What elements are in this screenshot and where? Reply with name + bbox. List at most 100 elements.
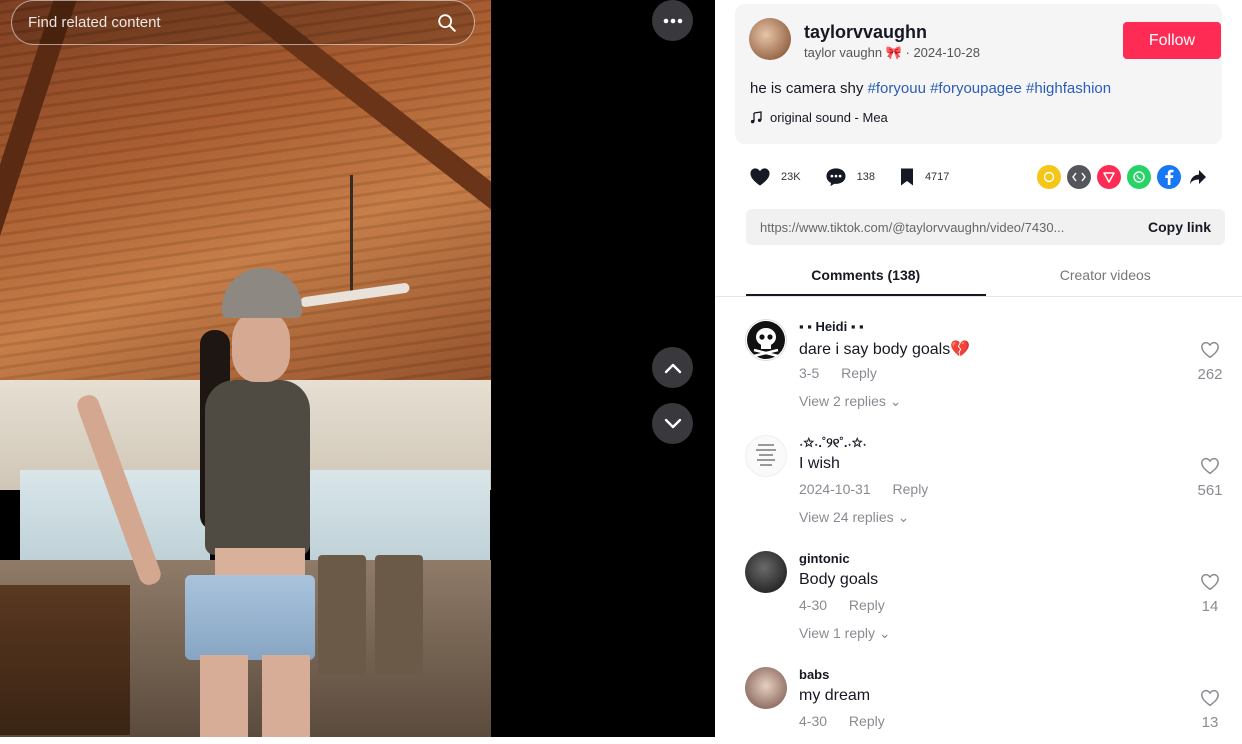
chevron-up-icon	[664, 363, 681, 373]
commenter-name[interactable]: ▪ ▪ Heidi ▪ ▪	[799, 319, 864, 334]
hashtag-link[interactable]: #foryoupagee	[930, 80, 1022, 97]
comment-meta: 4-30 Reply	[799, 713, 885, 729]
video-figure-leg	[262, 655, 310, 737]
comment-text: I wish	[799, 455, 840, 472]
text-avatar-icon	[756, 444, 776, 466]
music-title: original sound - Mea	[770, 110, 888, 125]
heart-outline-icon	[1201, 689, 1219, 707]
chevron-down-icon	[664, 418, 681, 428]
like-action[interactable]: 23K	[749, 167, 801, 187]
comment-date: 3-5	[799, 365, 820, 381]
tiktok-video-page: Find related content taylorvvaughn taylo…	[0, 0, 1242, 744]
comment-bubble-icon	[826, 168, 846, 187]
video-figure-leg	[200, 655, 248, 737]
reply-button[interactable]: Reply	[849, 597, 885, 613]
comment-like[interactable]: 262	[1193, 341, 1227, 383]
commenter-avatar[interactable]	[745, 667, 787, 709]
comment-like[interactable]: 13	[1193, 689, 1227, 731]
hashtag-link[interactable]: #foryouu	[868, 80, 926, 97]
heart-outline-icon	[1201, 341, 1219, 359]
whatsapp-icon[interactable]	[1127, 165, 1151, 189]
more-dots-icon	[663, 18, 682, 23]
comment-like[interactable]: 561	[1193, 457, 1227, 499]
comment-like-count: 262	[1197, 366, 1223, 383]
comment-action[interactable]: 138	[825, 167, 875, 187]
send-icon[interactable]	[1097, 165, 1121, 189]
hashtag-link[interactable]: #highfashion	[1026, 80, 1111, 97]
post-date: 2024-10-28	[913, 45, 980, 60]
embed-glyph	[1072, 172, 1086, 182]
tab-creator-videos[interactable]: Creator videos	[986, 254, 1226, 296]
video-figure-top	[205, 380, 310, 555]
search-placeholder: Find related content	[28, 14, 161, 31]
video-player[interactable]: Find related content	[0, 0, 491, 737]
heart-outline-icon	[1201, 457, 1219, 475]
author-username[interactable]: taylorvvaughn	[804, 22, 927, 43]
comment-text: my dream	[799, 687, 871, 704]
comment-meta: 2024-10-31 Reply	[799, 481, 928, 497]
reply-button[interactable]: Reply	[841, 365, 877, 381]
author-avatar[interactable]	[749, 18, 791, 60]
comment-like-count: 561	[1197, 482, 1223, 499]
comment-count: 138	[856, 171, 875, 183]
search-icon[interactable]	[436, 12, 458, 34]
video-figure-head	[232, 312, 290, 382]
comment-meta: 3-5 Reply	[799, 365, 877, 381]
music-note-icon	[750, 111, 762, 124]
post-info-card: taylorvvaughn taylor vaughn 🎀 · 2024-10-…	[735, 4, 1222, 144]
previous-video-button[interactable]	[652, 347, 693, 388]
embed-icon[interactable]	[1067, 165, 1091, 189]
music-link[interactable]: original sound - Mea	[750, 110, 888, 125]
video-chair	[375, 555, 423, 675]
comment-date: 4-30	[799, 597, 828, 613]
video-url[interactable]: https://www.tiktok.com/@taylorvvaughn/vi…	[760, 220, 1136, 235]
next-video-button[interactable]	[652, 403, 693, 444]
heart-icon	[750, 168, 770, 186]
more-options-button[interactable]	[652, 0, 693, 41]
video-panel: Find related content	[0, 0, 715, 737]
reply-button[interactable]: Reply	[849, 713, 885, 729]
commenter-name[interactable]: ˖✩˖.˚୨୧˚.˖✩˖	[799, 435, 867, 451]
commenter-avatar[interactable]	[745, 435, 787, 477]
video-figure-shorts	[185, 575, 315, 660]
share-icons	[1037, 165, 1209, 189]
tab-comments[interactable]: Comments (138)	[746, 254, 986, 296]
view-replies-button[interactable]: View 24 replies ⌄	[799, 509, 909, 526]
author-display-name[interactable]: taylor vaughn 🎀	[804, 45, 902, 60]
tabs-divider	[715, 296, 1242, 297]
commenter-avatar[interactable]	[745, 319, 787, 361]
whatsapp-glyph	[1133, 171, 1145, 183]
skull-icon	[747, 321, 785, 359]
video-figure-waist	[215, 548, 305, 578]
caption-text: he is camera shy	[750, 80, 868, 97]
copy-link-button[interactable]: Copy link	[1148, 219, 1211, 235]
save-count: 4717	[924, 171, 950, 183]
related-content-search[interactable]: Find related content	[11, 0, 475, 45]
reply-button[interactable]: Reply	[893, 481, 929, 497]
share-arrow-glyph	[1190, 170, 1206, 184]
facebook-icon[interactable]	[1157, 165, 1181, 189]
coin-icon[interactable]	[1037, 165, 1061, 189]
follow-button[interactable]: Follow	[1123, 22, 1221, 59]
video-table	[0, 585, 130, 735]
comment-like[interactable]: 14	[1193, 573, 1227, 615]
commenter-name[interactable]: babs	[799, 667, 829, 682]
comment-like-count: 14	[1201, 598, 1219, 615]
view-replies-button[interactable]: View 2 replies ⌄	[799, 393, 902, 410]
like-count: 23K	[781, 171, 801, 183]
commenter-avatar[interactable]	[745, 551, 787, 593]
send-glyph	[1103, 172, 1115, 183]
coin-glyph	[1043, 171, 1055, 183]
comment-date: 2024-10-31	[799, 481, 871, 497]
heart-outline-icon	[1201, 573, 1219, 591]
post-caption: he is camera shy #foryouu #foryoupagee #…	[750, 80, 1111, 97]
video-fan-rod	[350, 175, 353, 295]
comment-text: Body goals	[799, 571, 879, 588]
engagement-actions: 23K 138 4717	[749, 165, 973, 189]
commenter-name[interactable]: gintonic	[799, 551, 850, 566]
video-chair	[318, 555, 366, 675]
share-arrow-icon[interactable]	[1187, 165, 1209, 189]
save-action[interactable]: 4717	[899, 167, 949, 187]
author-meta: taylor vaughn 🎀 · 2024-10-28	[804, 45, 980, 61]
view-replies-button[interactable]: View 1 reply ⌄	[799, 625, 891, 642]
